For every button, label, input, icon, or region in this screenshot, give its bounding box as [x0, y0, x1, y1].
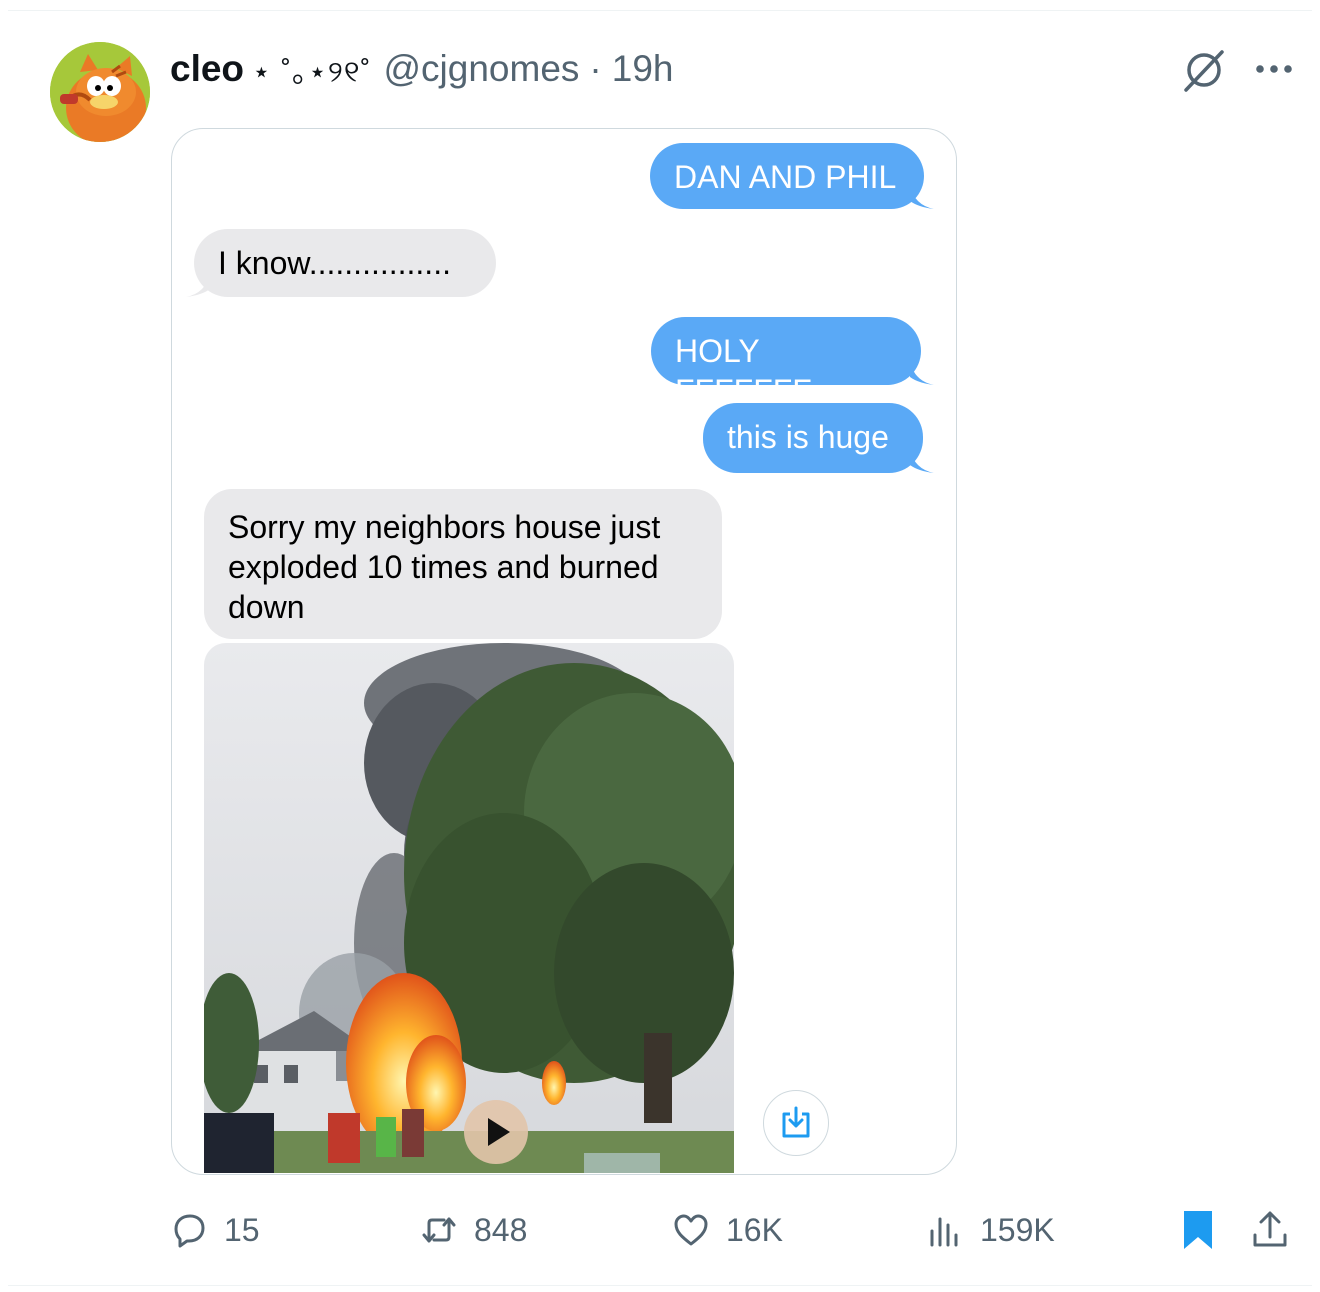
heart-icon [674, 1214, 708, 1246]
message-text: this is huge [727, 419, 889, 455]
play-icon[interactable] [464, 1100, 528, 1164]
timestamp[interactable]: 19h [612, 48, 674, 90]
tweet-actions: 15 848 16K 159K [0, 1200, 1320, 1260]
bubble-tail [910, 185, 934, 209]
reply-button[interactable]: 15 [170, 1200, 260, 1260]
reply-icon [174, 1214, 205, 1248]
message-text: DAN AND PHIL [674, 159, 897, 195]
message-bubble: HOLY FFFFFFF [651, 317, 921, 409]
bookmark-button[interactable] [1178, 1200, 1218, 1260]
message-bubble: I know................ [194, 229, 496, 297]
message-text: I know................ [218, 245, 451, 281]
media-card[interactable]: DAN AND PHIL I know................ HOLY… [171, 128, 957, 1175]
bookmark-icon [1184, 1211, 1212, 1249]
garfield-avatar[interactable] [50, 42, 150, 142]
more-icon[interactable] [1252, 52, 1296, 86]
bubble-tail [910, 361, 934, 385]
message-bubble: this is huge [703, 403, 923, 473]
repost-button[interactable]: 848 [420, 1200, 527, 1260]
message-bubble: DAN AND PHIL [650, 143, 924, 209]
video-thumbnail[interactable] [204, 643, 734, 1173]
separator: · [589, 48, 602, 89]
views-button[interactable]: 159K [926, 1200, 1055, 1260]
share-icon [1253, 1211, 1287, 1247]
author-name[interactable]: cleo [170, 48, 244, 90]
tweet-header: cleo ⋆ ˚｡⋆୨୧˚ @cjgnomes · 19h [170, 44, 673, 94]
message-text: Sorry my neighbors house just exploded 1… [228, 509, 661, 625]
name-decoration: ⋆ ˚｡⋆୨୧˚ [252, 56, 372, 89]
repost-icon [422, 1217, 456, 1243]
bubble-tail [910, 449, 934, 473]
repost-count: 848 [474, 1211, 528, 1248]
message-bubble: Sorry my neighbors house just exploded 1… [204, 489, 722, 639]
grok-icon[interactable] [1180, 46, 1228, 94]
like-count: 16K [726, 1211, 783, 1248]
view-count: 159K [980, 1211, 1055, 1248]
message-text: HOLY FFFFFFF [675, 333, 812, 409]
author-handle[interactable]: @cjgnomes [384, 48, 580, 90]
download-icon[interactable] [763, 1090, 829, 1156]
views-chart-icon [930, 1217, 958, 1247]
like-button[interactable]: 16K [672, 1200, 783, 1260]
share-button[interactable] [1250, 1200, 1290, 1260]
reply-count: 15 [224, 1211, 260, 1248]
bubble-tail [186, 273, 210, 297]
